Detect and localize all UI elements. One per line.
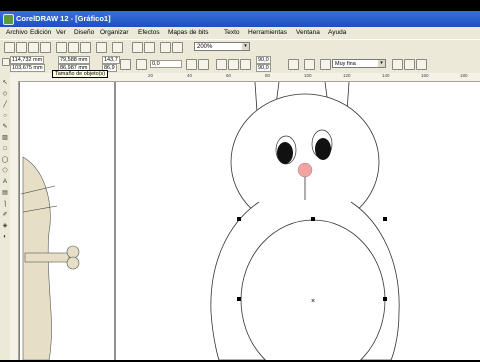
- zoom-level-value: 200%: [197, 44, 213, 50]
- ruler-tick: 60: [226, 73, 232, 78]
- menu-mapas-de-bits[interactable]: Mapas de bits: [168, 29, 208, 36]
- coreldraw-app-icon: [3, 14, 14, 25]
- arc-mode-icon[interactable]: [240, 59, 251, 70]
- eyedropper-tool-icon[interactable]: ƪ: [1, 200, 9, 208]
- title-bar: CorelDRAW 12 - [Gráfico1]: [0, 11, 480, 27]
- selection-center-mark: ×: [311, 298, 315, 305]
- menu-herramientas[interactable]: Herramientas: [248, 29, 287, 36]
- freehand-tool-icon[interactable]: ✎: [1, 123, 9, 131]
- chevron-down-icon[interactable]: ▾: [378, 60, 385, 67]
- mirror-horizontal-icon[interactable]: [186, 59, 197, 70]
- menu-diseno[interactable]: Diseño: [74, 29, 94, 36]
- bone-knob[interactable]: [66, 256, 80, 270]
- ruler-tick: 120: [343, 73, 351, 78]
- application-launcher-icon[interactable]: [160, 42, 171, 53]
- tooltip: Tamaño de objeto(s): [52, 70, 109, 78]
- print-icon[interactable]: [40, 42, 51, 53]
- menu-ventana[interactable]: Ventana: [296, 29, 320, 36]
- ending-angle-field[interactable]: 90,0: [256, 64, 271, 72]
- export-icon[interactable]: [144, 42, 155, 53]
- text-tool-icon[interactable]: A: [1, 178, 9, 186]
- smart-fill-icon[interactable]: ▨: [1, 134, 9, 142]
- corel-online-icon[interactable]: [172, 42, 183, 53]
- selection-handle[interactable]: [311, 217, 315, 221]
- starting-angle-field[interactable]: 90,0: [256, 56, 271, 64]
- chevron-down-icon[interactable]: ▾: [242, 43, 249, 50]
- outline-pen-icon: [320, 59, 331, 70]
- wrap-text-icon[interactable]: [392, 59, 403, 70]
- outline-width-select[interactable]: Muy fina ▾: [332, 59, 386, 68]
- mirror-vertical-icon[interactable]: [198, 59, 209, 70]
- ellipse-tool-icon[interactable]: ◯: [1, 156, 9, 164]
- ruler-tick: 180: [460, 73, 468, 78]
- save-icon[interactable]: [28, 42, 39, 53]
- outline-tool-icon[interactable]: ✐: [1, 211, 9, 219]
- zoom-tool-icon[interactable]: ○: [1, 112, 9, 120]
- paste-icon[interactable]: [80, 42, 91, 53]
- to-back-icon[interactable]: [416, 59, 427, 70]
- selection-handle[interactable]: [237, 217, 241, 221]
- ruler-tick: 80: [265, 73, 271, 78]
- ruler-tick: 160: [421, 73, 429, 78]
- selection-handle[interactable]: [383, 297, 387, 301]
- scale-x-field[interactable]: 143,7: [102, 56, 120, 64]
- vertical-ruler[interactable]: [10, 81, 19, 360]
- menu-bar: Archivo Edición Ver Diseño Organizar Efe…: [0, 27, 480, 39]
- bone-knob[interactable]: [66, 245, 80, 259]
- ellipse-mode-icon[interactable]: [216, 59, 227, 70]
- menu-ayuda[interactable]: Ayuda: [328, 29, 346, 36]
- x-position-field[interactable]: 114,732 mm: [10, 56, 45, 64]
- drawing-svg: ×: [18, 59, 400, 362]
- pie-mode-icon[interactable]: [228, 59, 239, 70]
- menu-edicion[interactable]: Edición: [30, 29, 51, 36]
- menu-organizar[interactable]: Organizar: [100, 29, 129, 36]
- knife-tool-icon[interactable]: ╱: [1, 101, 9, 109]
- position-icon: [2, 58, 10, 66]
- copy-icon[interactable]: [68, 42, 79, 53]
- width-field[interactable]: 79,588 mm: [58, 56, 90, 64]
- bunny-pupil-left: [277, 142, 293, 164]
- zoom-level-select[interactable]: 200% ▾: [194, 42, 250, 51]
- selection-handle[interactable]: [237, 297, 241, 301]
- menu-archivo[interactable]: Archivo: [6, 29, 28, 36]
- window-title: CorelDRAW 12 - [Gráfico1]: [16, 14, 111, 23]
- polygon-tool-icon[interactable]: ⬠: [1, 167, 9, 175]
- bunny-pupil-right: [315, 138, 331, 160]
- bunny-nose[interactable]: [297, 162, 313, 178]
- shape-tool-icon[interactable]: ◇: [1, 90, 9, 98]
- angle-field[interactable]: 0,0: [150, 60, 182, 68]
- open-icon[interactable]: [16, 42, 27, 53]
- ruler-tick: 100: [304, 73, 312, 78]
- drawing-canvas[interactable]: ×: [18, 59, 480, 362]
- import-icon[interactable]: [132, 42, 143, 53]
- direction-toggle-icon[interactable]: [288, 59, 299, 70]
- cut-icon[interactable]: [56, 42, 67, 53]
- y-position-field[interactable]: 103,675 mm: [10, 64, 45, 72]
- outline-width-value: Muy fina: [335, 61, 356, 67]
- to-curve-icon[interactable]: [304, 59, 315, 70]
- redo-icon[interactable]: [112, 42, 123, 53]
- ruler-tick: 140: [382, 73, 390, 78]
- pick-tool-icon[interactable]: ↖: [1, 79, 9, 87]
- bone-shaft[interactable]: [24, 252, 70, 263]
- ruler-tick: 40: [187, 73, 193, 78]
- undo-icon[interactable]: [96, 42, 107, 53]
- menu-ver[interactable]: Ver: [56, 29, 66, 36]
- to-front-icon[interactable]: [404, 59, 415, 70]
- interactive-fill-icon[interactable]: ▤: [1, 189, 9, 197]
- ruler-tick: 20: [148, 73, 154, 78]
- interactive-blend-icon[interactable]: ◐: [1, 233, 9, 241]
- lock-ratio-icon[interactable]: [120, 59, 131, 70]
- selection-handle[interactable]: [383, 217, 387, 221]
- new-document-icon[interactable]: [4, 42, 15, 53]
- menu-efectos[interactable]: Efectos: [138, 29, 160, 36]
- menu-texto[interactable]: Texto: [224, 29, 240, 36]
- fill-tool-icon[interactable]: ◈: [1, 222, 9, 230]
- rotation-icon: [136, 59, 147, 70]
- rectangle-tool-icon[interactable]: □: [1, 145, 9, 153]
